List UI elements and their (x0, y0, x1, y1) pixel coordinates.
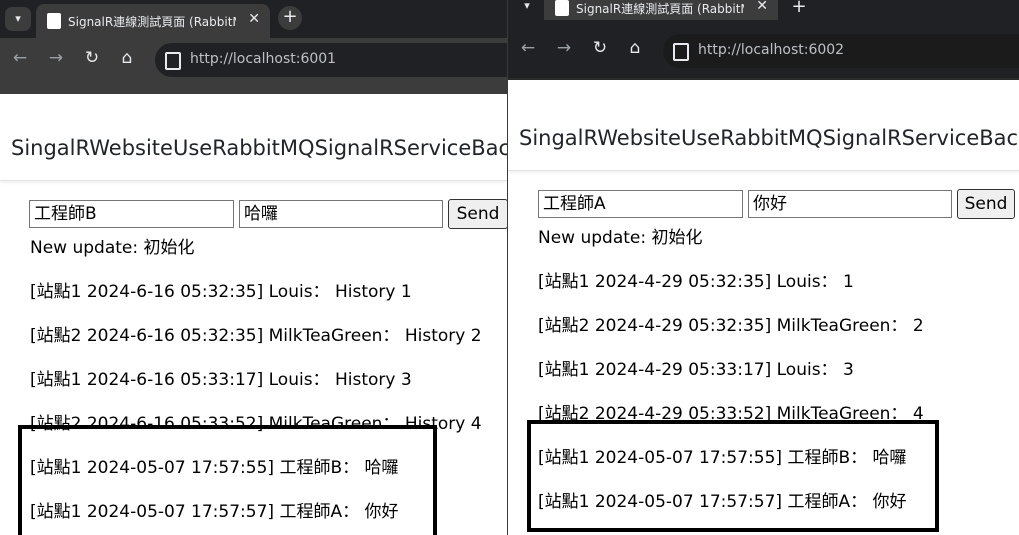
user-input[interactable]: 工程師A (538, 190, 743, 218)
tab-search-button[interactable]: ▾ (514, 0, 540, 18)
forward-icon[interactable]: → (551, 38, 577, 58)
home-icon[interactable]: ⌂ (622, 38, 648, 58)
message-item: [站點1 2024-4-29 05:32:35] Louis： 1 (538, 272, 854, 292)
home-icon[interactable]: ⌂ (114, 48, 140, 68)
browser-toolbar: ← → ↻ ⌂ http://localhost:6002 (508, 20, 1019, 78)
page-favicon-icon (47, 13, 61, 29)
site-brand[interactable]: SingalRWebsiteUseRabbitMQSignalRServiceB… (11, 136, 507, 160)
status-text: New update: 初始化 (30, 238, 195, 258)
send-button[interactable]: Send (957, 189, 1015, 219)
site-header: SingalRWebsiteUseRabbitMQSignalRServiceB… (0, 94, 507, 181)
tab-title: SignalR連線測試頁面 (RabbitMQ) (576, 2, 744, 16)
site-brand[interactable]: SingalRWebsiteUseRabbitMQSignalRServiceB… (519, 126, 1019, 150)
site-header: SingalRWebsiteUseRabbitMQSignalRServiceB… (508, 80, 1019, 171)
back-icon[interactable]: ← (515, 38, 541, 58)
message-item: [站點2 2024-4-29 05:32:35] MilkTeaGreen： 2 (538, 316, 924, 336)
status-text: New update: 初始化 (538, 228, 703, 248)
new-tab-button[interactable]: + (278, 6, 302, 30)
url-text: http://localhost:6002 (698, 42, 845, 58)
tab-title: SignalR連線測試頁面 (RabbitMQ) (68, 15, 236, 29)
bookmarks-bar (0, 82, 507, 94)
page-info-icon[interactable] (165, 52, 181, 70)
reload-icon[interactable]: ↻ (587, 38, 613, 58)
message-item: [站點2 2024-6-16 05:32:35] MilkTeaGreen： H… (30, 326, 482, 346)
browser-toolbar: ← → ↻ ⌂ http://localhost:6001 (0, 38, 507, 82)
user-input[interactable]: 工程師B (29, 200, 234, 228)
tab-strip: ▾ SignalR連線測試頁面 (RabbitMQ) ✕ + (508, 0, 1019, 20)
browser-window-6001: ▾ SignalR連線測試頁面 (RabbitMQ) ✕ + ← → ↻ ⌂ h… (0, 0, 507, 535)
forward-icon[interactable]: → (43, 48, 69, 68)
message-input[interactable]: 哈囉 (239, 200, 443, 228)
message-item: [站點1 2024-4-29 05:33:17] Louis： 3 (538, 360, 854, 380)
browser-window-6002: ▾ SignalR連線測試頁面 (RabbitMQ) ✕ + ← → ↻ ⌂ h… (507, 0, 1019, 535)
tab-strip: ▾ SignalR連線測試頁面 (RabbitMQ) ✕ + (0, 0, 507, 38)
page-info-icon[interactable] (673, 43, 689, 61)
address-bar[interactable]: http://localhost:6002 (663, 34, 1019, 68)
highlight-frame (18, 425, 437, 535)
highlight-frame (527, 420, 939, 532)
back-icon[interactable]: ← (7, 48, 33, 68)
reload-icon[interactable]: ↻ (79, 48, 105, 68)
new-tab-button[interactable]: + (787, 0, 811, 20)
page-favicon-icon (555, 0, 569, 16)
active-tab[interactable]: SignalR連線測試頁面 (RabbitMQ) ✕ (36, 4, 270, 38)
active-tab[interactable]: SignalR連線測試頁面 (RabbitMQ) ✕ (544, 0, 778, 20)
send-button[interactable]: Send (448, 199, 507, 229)
close-tab-icon[interactable]: ✕ (248, 11, 260, 27)
tab-search-button[interactable]: ▾ (5, 7, 31, 31)
message-item: [站點1 2024-6-16 05:33:17] Louis： History … (30, 370, 412, 390)
message-input[interactable]: 你好 (748, 190, 952, 218)
address-bar[interactable]: http://localhost:6001 (155, 43, 507, 77)
url-text: http://localhost:6001 (190, 51, 337, 67)
close-tab-icon[interactable]: ✕ (756, 0, 768, 14)
message-item: [站點1 2024-6-16 05:32:35] Louis： History … (30, 282, 412, 302)
